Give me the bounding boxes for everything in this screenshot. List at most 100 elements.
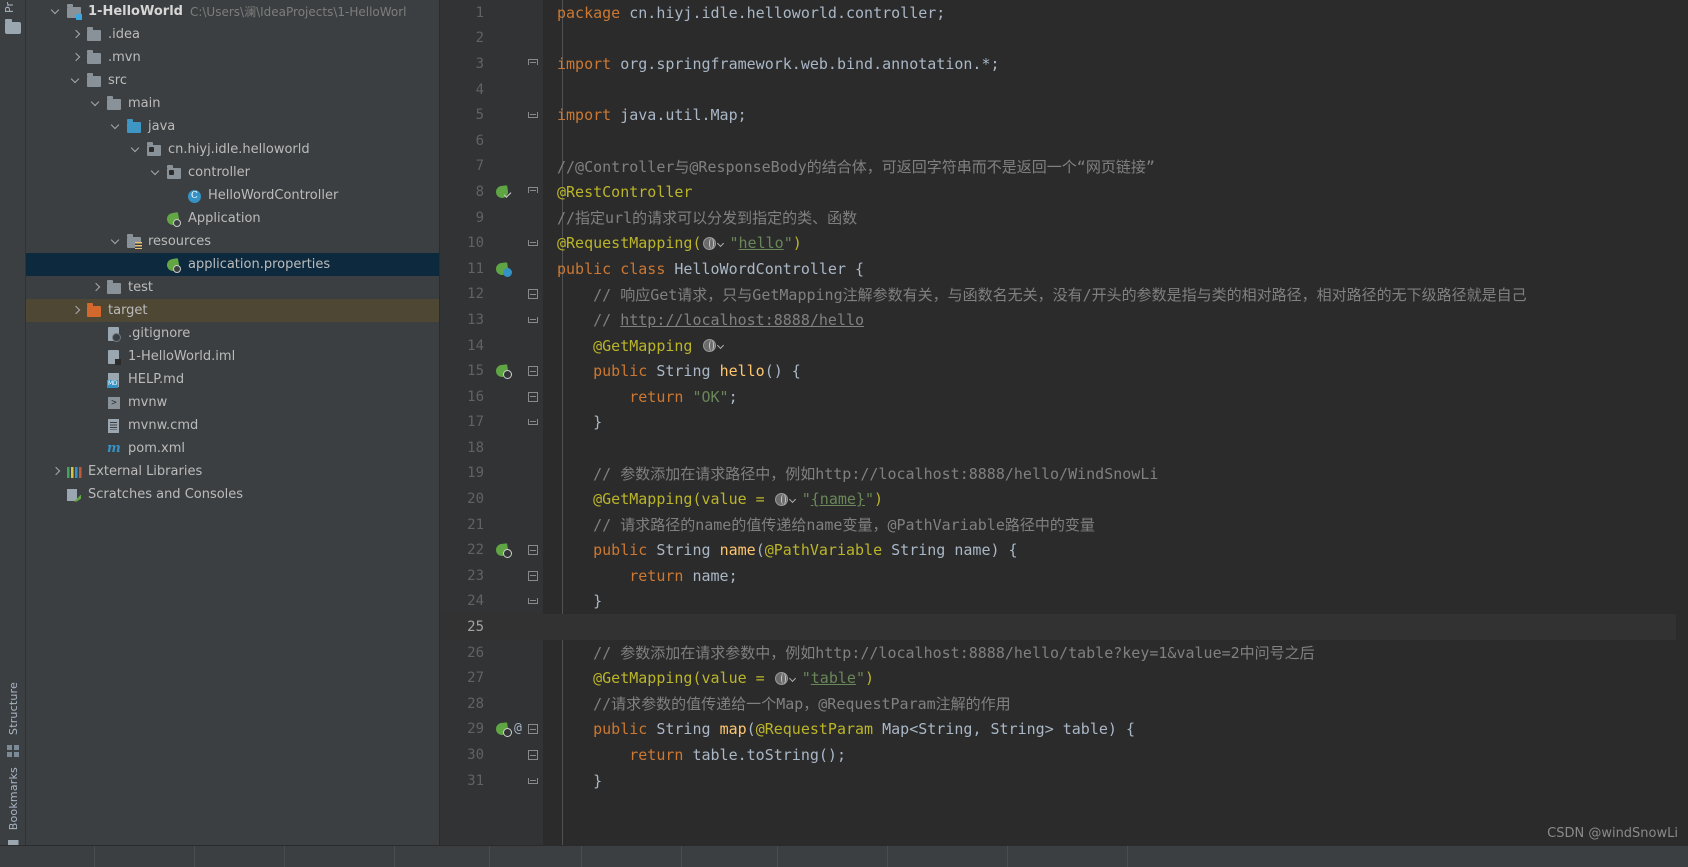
tree-item-src[interactable]: src (26, 69, 439, 92)
fold-collapse-icon[interactable] (528, 366, 538, 377)
chevron-down-icon[interactable] (110, 120, 124, 134)
code-line-text[interactable]: } (543, 772, 1688, 790)
fold-gutter-area[interactable] (524, 384, 543, 410)
gutter-marker-area[interactable] (488, 435, 524, 461)
fold-region-end-icon[interactable] (528, 777, 538, 784)
fold-collapse-icon[interactable] (528, 545, 538, 556)
gutter-marker-area[interactable] (488, 665, 524, 691)
tree-item-external-libraries[interactable]: External Libraries (26, 460, 439, 483)
code-line[interactable]: 9 //指定url的请求可以分发到指定的类、函数 (440, 205, 1688, 231)
gutter-marker-area[interactable] (488, 51, 524, 77)
fold-gutter-area[interactable] (524, 435, 543, 461)
code-line-text[interactable]: return "OK"; (543, 388, 1688, 406)
fold-collapse-icon[interactable] (528, 391, 538, 402)
code-line[interactable]: 3 import org.springframework.web.bind.ann… (440, 51, 1688, 77)
gutter-marker-area[interactable] (488, 154, 524, 180)
fold-gutter-area[interactable] (524, 51, 543, 77)
gutter-marker-area[interactable] (488, 256, 524, 282)
code-line[interactable]: 10 @RequestMapping("hello") (440, 230, 1688, 256)
sidebar-item-structure[interactable]: Structure (7, 682, 20, 735)
code-line-text[interactable]: @GetMapping (543, 337, 1688, 355)
code-line[interactable]: 24 } (440, 589, 1688, 615)
code-line-text[interactable]: return table.toString(); (543, 746, 1688, 764)
tree-item-resources[interactable]: resources (26, 230, 439, 253)
chevron-down-icon[interactable] (70, 74, 84, 88)
code-line[interactable]: 6 (440, 128, 1688, 154)
fold-gutter-area[interactable] (524, 333, 543, 359)
code-line[interactable]: 23 return name; (440, 563, 1688, 589)
code-line[interactable]: 22 public String name(@PathVariable Stri… (440, 537, 1688, 563)
gutter-marker-area[interactable] (488, 486, 524, 512)
fold-gutter-area[interactable] (524, 512, 543, 538)
fold-gutter-area[interactable] (524, 307, 543, 333)
fold-region-start-icon[interactable] (528, 58, 538, 65)
status-segment-6[interactable] (490, 845, 582, 867)
structure-icon[interactable] (7, 744, 19, 757)
run-gutter-spring-mapping-icon[interactable] (495, 364, 512, 380)
code-line-text[interactable]: public String name(@PathVariable String … (543, 541, 1688, 559)
gutter-marker-area[interactable] (488, 410, 524, 436)
fold-gutter-area[interactable] (524, 358, 543, 384)
fold-gutter-area[interactable] (524, 230, 543, 256)
code-line[interactable]: 16 return "OK"; (440, 384, 1688, 410)
status-segment-9[interactable] (778, 845, 888, 867)
fold-gutter-area[interactable] (524, 665, 543, 691)
fold-gutter-area[interactable] (524, 256, 543, 282)
tree-item-test[interactable]: test (26, 276, 439, 299)
url-globe-icon[interactable] (702, 236, 729, 251)
fold-gutter-area[interactable] (524, 563, 543, 589)
code-line-text[interactable]: //请求参数的值传递给一个Map，@RequestParam注解的作用 (543, 693, 1688, 714)
gutter-marker-area[interactable] (488, 102, 524, 128)
fold-gutter-area[interactable] (524, 742, 543, 768)
tree-item-target[interactable]: target (26, 299, 439, 322)
code-line[interactable]: 21 // 请求路径的name的值传递给name变量，@PathVariable… (440, 512, 1688, 538)
url-globe-icon[interactable] (774, 492, 801, 507)
code-line-text[interactable]: //指定url的请求可以分发到指定的类、函数 (543, 207, 1688, 228)
code-line[interactable]: 15 public String hello() { (440, 358, 1688, 384)
status-segment-4[interactable] (285, 845, 395, 867)
tree-item-gitignore[interactable]: .gitignore (26, 322, 439, 345)
fold-gutter-area[interactable] (524, 768, 543, 794)
gutter-marker-area[interactable] (488, 537, 524, 563)
gutter-marker-area[interactable] (488, 230, 524, 256)
code-line[interactable]: 28 //请求参数的值传递给一个Map，@RequestParam注解的作用 (440, 691, 1688, 717)
gutter-marker-area[interactable] (488, 77, 524, 103)
run-gutter-spring-mapping-icon[interactable] (495, 722, 512, 738)
gutter-marker-area[interactable] (488, 742, 524, 768)
code-line[interactable]: 11 public class HelloWordController { (440, 256, 1688, 282)
fold-gutter-area[interactable] (524, 691, 543, 717)
code-line[interactable]: 8 @RestController (440, 179, 1688, 205)
code-line-text[interactable]: } (543, 592, 1688, 610)
fold-region-end-icon[interactable] (528, 240, 538, 247)
status-segment-11[interactable] (1008, 845, 1128, 867)
chevron-right-icon[interactable] (50, 465, 64, 479)
status-segment-5[interactable] (395, 845, 490, 867)
code-line[interactable]: 14 @GetMapping (440, 333, 1688, 359)
gutter-marker-area[interactable] (488, 128, 524, 154)
code-line-text[interactable]: // 响应Get请求，只与GetMapping注解参数有关，与函数名无关，没有/… (543, 284, 1688, 305)
status-segment-7[interactable] (582, 845, 682, 867)
gutter-marker-area[interactable] (488, 358, 524, 384)
chevron-right-icon[interactable] (70, 304, 84, 318)
code-line-text[interactable]: import java.util.Map; (543, 106, 1688, 124)
code-line[interactable]: 17 } (440, 410, 1688, 436)
fold-region-end-icon[interactable] (528, 598, 538, 605)
fold-gutter-area[interactable] (524, 26, 543, 52)
fold-gutter-area[interactable] (524, 282, 543, 308)
gutter-marker-area[interactable] (488, 384, 524, 410)
gutter-marker-area[interactable] (488, 333, 524, 359)
status-segment-10[interactable] (888, 845, 1008, 867)
code-line-text[interactable]: @GetMapping(value = "{name}") (543, 490, 1688, 508)
sidebar-item-bookmarks[interactable]: Bookmarks (7, 767, 20, 830)
chevron-right-icon[interactable] (70, 51, 84, 65)
fold-gutter-area[interactable] (524, 410, 543, 436)
gutter-marker-area[interactable] (488, 282, 524, 308)
run-gutter-spring-bean-icon[interactable] (495, 261, 512, 277)
tree-item-scratches-and-consoles[interactable]: Scratches and Consoles (26, 483, 439, 506)
code-line-text[interactable]: @RequestMapping("hello") (543, 234, 1688, 252)
fold-gutter-area[interactable] (524, 537, 543, 563)
chevron-down-icon[interactable] (90, 97, 104, 111)
code-line[interactable]: 12 // 响应Get请求，只与GetMapping注解参数有关，与函数名无关，… (440, 282, 1688, 308)
fold-gutter-area[interactable] (524, 154, 543, 180)
tree-item-mvnw[interactable]: > mvnw (26, 391, 439, 414)
